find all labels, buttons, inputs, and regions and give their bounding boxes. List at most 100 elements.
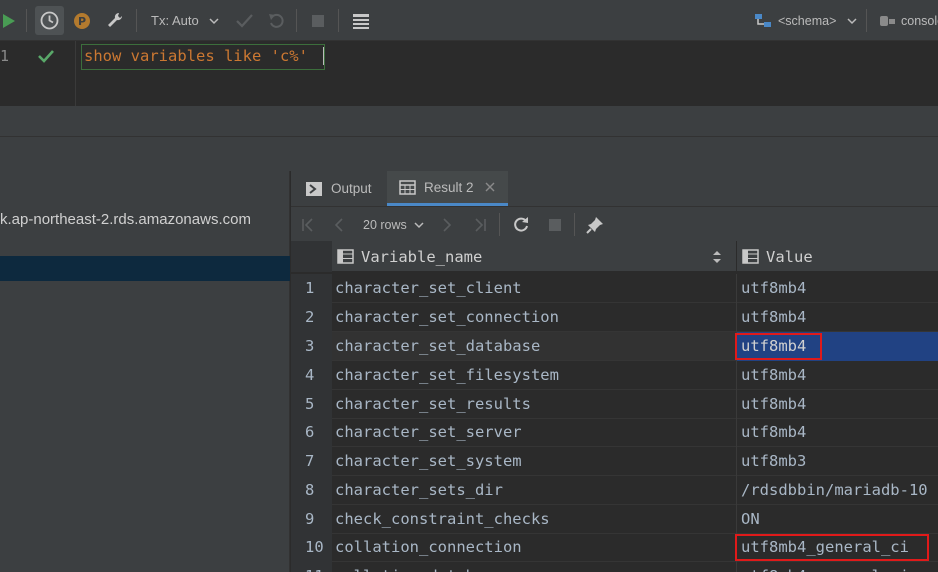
first-page-icon[interactable]	[301, 207, 315, 242]
annotation-highlight-box	[735, 333, 822, 360]
console-icon	[880, 15, 895, 26]
annotation-highlight-box	[735, 534, 929, 561]
row-number: 10	[291, 533, 332, 562]
chevron-down-icon	[414, 221, 424, 228]
last-page-icon[interactable]	[473, 207, 487, 242]
schema-selector[interactable]: <schema>	[754, 0, 859, 41]
console-selector[interactable]: console	[879, 0, 938, 41]
table-row[interactable]: 6 character_set_server utf8mb4	[291, 418, 938, 447]
variable-name-cell[interactable]: character_set_server	[332, 418, 736, 447]
variable-name-cell[interactable]: character_sets_dir	[332, 476, 736, 505]
rows-count: 20 rows	[363, 217, 407, 232]
tab-label: Result 2	[424, 179, 474, 195]
settings-wrench-icon[interactable]	[106, 0, 125, 41]
console-label: console	[901, 13, 938, 28]
value-cell[interactable]: utf8mb4	[736, 361, 938, 390]
row-number: 2	[291, 303, 332, 332]
toolbar-divider	[499, 213, 500, 236]
toolbar-divider	[136, 9, 137, 32]
executed-check-icon	[37, 35, 55, 76]
value-cell[interactable]: utf8mb4	[736, 418, 938, 447]
row-number: 8	[291, 476, 332, 505]
close-icon[interactable]	[484, 181, 496, 193]
row-number: 6	[291, 418, 332, 447]
variable-name-cell[interactable]: check_constraint_checks	[332, 505, 736, 534]
history-button[interactable]	[35, 6, 64, 35]
column-label: Variable_name	[361, 247, 483, 266]
variable-name-cell[interactable]: collation_connection	[332, 533, 736, 562]
stop-icon[interactable]	[548, 207, 562, 242]
parameter-icon[interactable]: P	[73, 0, 91, 41]
output-console-icon	[306, 181, 322, 196]
table-row[interactable]: 2 character_set_connection utf8mb4	[291, 303, 938, 332]
variable-name-cell[interactable]: character_set_system	[332, 447, 736, 476]
page-size-dropdown[interactable]: 20 rows	[363, 207, 426, 242]
value-cell[interactable]: utf8mb4_general_ci	[736, 562, 938, 572]
value-cell[interactable]: utf8mb4	[736, 274, 938, 303]
editor-bottom-strip	[0, 106, 938, 136]
table-icon	[399, 179, 416, 195]
selected-tree-row[interactable]	[0, 256, 290, 281]
column-icon	[742, 249, 759, 264]
refresh-icon[interactable]	[512, 207, 530, 242]
rollback-icon[interactable]	[268, 0, 286, 41]
clock-icon	[40, 11, 59, 30]
sql-statement[interactable]: show variables like 'c%'	[84, 47, 308, 65]
grid-header: Variable_name Value	[291, 241, 938, 272]
table-row[interactable]: 11collation_databaseutf8mb4_general_ci	[291, 562, 938, 572]
column-label: Value	[766, 247, 813, 266]
prev-page-icon[interactable]	[333, 207, 345, 242]
row-number-header	[291, 241, 332, 272]
tx-mode-label: Tx: Auto	[151, 13, 199, 28]
pin-icon[interactable]	[586, 207, 604, 242]
table-row[interactable]: 4 character_set_filesystem utf8mb4	[291, 361, 938, 390]
transaction-mode-dropdown[interactable]: Tx: Auto	[151, 0, 221, 41]
column-header-variable-name[interactable]: Variable_name	[337, 241, 732, 272]
column-icon	[337, 249, 354, 264]
table-row[interactable]: 8 character_sets_dir/rdsdbbin/mariadb-10	[291, 476, 938, 505]
svg-text:P: P	[78, 15, 86, 28]
chevron-down-icon	[847, 17, 857, 24]
run-icon[interactable]	[1, 0, 17, 41]
variable-name-cell[interactable]: character_set_connection	[332, 303, 736, 332]
toolbar-divider	[866, 9, 867, 32]
tab-output[interactable]: Output	[305, 171, 372, 206]
sort-icon[interactable]	[712, 250, 722, 264]
toolbar-divider	[26, 9, 27, 32]
table-row[interactable]: 7 character_set_system utf8mb3	[291, 447, 938, 476]
tab-result-2[interactable]: Result 2	[387, 171, 508, 206]
toolbar-divider	[296, 9, 297, 32]
variable-name-cell[interactable]: character_set_database	[332, 332, 736, 361]
value-cell[interactable]: /rdsdbbin/mariadb-10	[736, 476, 938, 505]
table-row[interactable]: 5 character_set_results utf8mb4	[291, 390, 938, 419]
schema-icon	[755, 13, 771, 27]
column-header-value[interactable]: Value	[736, 241, 938, 272]
results-toolbar: 20 rows	[291, 206, 938, 241]
stop-icon[interactable]	[311, 0, 325, 41]
table-row-selected[interactable]: 3 character_set_database utf8mb4	[291, 332, 938, 361]
row-number: 11	[291, 562, 332, 572]
row-number: 3	[291, 332, 332, 361]
value-cell[interactable]: utf8mb4	[736, 303, 938, 332]
connection-host[interactable]: k.ap-northeast-2.rds.amazonaws.com	[0, 211, 251, 228]
value-cell[interactable]: utf8mb4	[736, 390, 938, 419]
table-format-icon[interactable]	[352, 0, 370, 41]
toolbar-divider	[574, 213, 575, 236]
table-row[interactable]: 1 character_set_client utf8mb4	[291, 274, 938, 303]
services-header-strip	[0, 136, 938, 171]
sql-editor[interactable]: 1 show variables like 'c%'	[0, 41, 938, 106]
value-cell[interactable]: utf8mb3	[736, 447, 938, 476]
next-page-icon[interactable]	[441, 207, 453, 242]
toolbar-divider	[338, 9, 339, 32]
row-number: 7	[291, 447, 332, 476]
variable-name-cell[interactable]: character_set_client	[332, 274, 736, 303]
variable-name-cell[interactable]: collation_database	[332, 562, 736, 572]
table-row[interactable]: 9 check_constraint_checks ON	[291, 505, 938, 534]
services-tree-panel: k.ap-northeast-2.rds.amazonaws.com	[0, 171, 290, 572]
row-number: 1	[291, 274, 332, 303]
value-cell[interactable]: ON	[736, 505, 938, 534]
row-number: 4	[291, 361, 332, 390]
variable-name-cell[interactable]: character_set_results	[332, 390, 736, 419]
commit-check-icon[interactable]	[235, 0, 255, 41]
variable-name-cell[interactable]: character_set_filesystem	[332, 361, 736, 390]
